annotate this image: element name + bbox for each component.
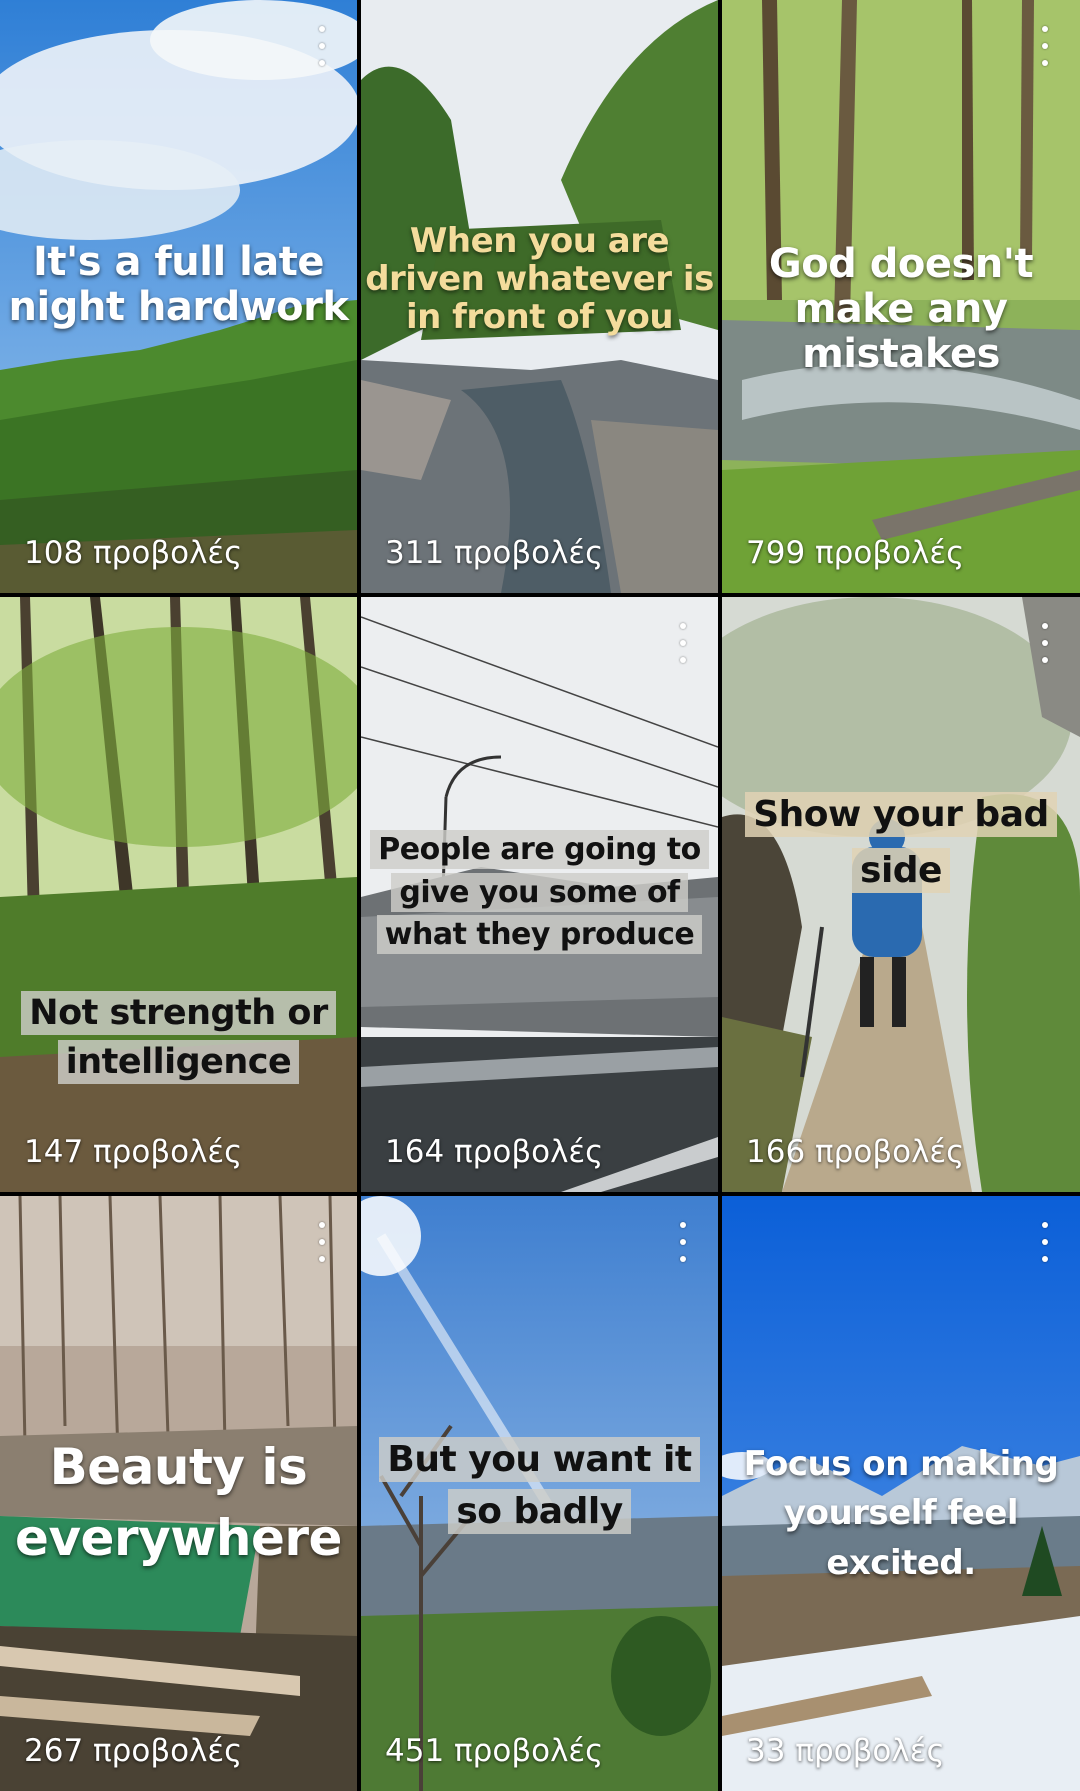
caption-text: People are going to give you some of wha… (370, 830, 709, 955)
video-tile[interactable]: Not strength or intelligence 147 προβολέ… (0, 597, 357, 1192)
video-tile[interactable]: Focus on making yourself feel excited. 3… (722, 1196, 1080, 1791)
video-tile[interactable]: Show your bad side 166 προβολές (722, 597, 1080, 1192)
video-thumbnail (0, 597, 357, 1192)
more-vert-icon[interactable] (1038, 623, 1052, 663)
shorts-grid: It's a full late night hardwork 108 προβ… (0, 0, 1080, 1791)
more-vert-icon[interactable] (676, 623, 690, 663)
more-vert-icon[interactable] (676, 1222, 690, 1262)
more-vert-icon[interactable] (315, 1222, 329, 1262)
video-caption: It's a full late night hardwork (8, 239, 349, 330)
more-vert-icon[interactable] (1038, 1222, 1052, 1262)
video-caption: Focus on making yourself feel excited. (743, 1444, 1059, 1583)
view-count: 451 προβολές (385, 1733, 604, 1769)
view-count: 33 προβολές (746, 1733, 945, 1769)
more-vert-icon[interactable] (1038, 26, 1052, 66)
video-caption: People are going to give you some of wha… (361, 829, 718, 957)
video-caption: Not strength or intelligence (0, 989, 357, 1087)
video-caption: When you are driven whatever is in front… (365, 221, 714, 338)
view-count: 799 προβολές (746, 535, 965, 571)
video-tile[interactable]: When you are driven whatever is in front… (361, 0, 718, 593)
video-caption: Show your bad side (722, 787, 1080, 899)
view-count: 267 προβολές (24, 1733, 243, 1769)
view-count: 311 προβολές (385, 535, 604, 571)
video-tile[interactable]: But you want it so badly 451 προβολές (361, 1196, 718, 1791)
video-caption: God doesn't make any mistakes (768, 241, 1034, 377)
view-count: 147 προβολές (24, 1134, 243, 1170)
view-count: 108 προβολές (24, 535, 243, 571)
video-tile[interactable]: It's a full late night hardwork 108 προβ… (0, 0, 357, 593)
view-count: 164 προβολές (385, 1134, 604, 1170)
caption-text: But you want it so badly (379, 1437, 700, 1535)
view-count: 166 προβολές (746, 1134, 965, 1170)
caption-text: Show your bad side (745, 792, 1057, 893)
video-caption: But you want it so badly (361, 1434, 718, 1538)
more-vert-icon[interactable] (315, 26, 329, 66)
video-caption: Beauty is everywhere (15, 1438, 342, 1567)
video-tile[interactable]: People are going to give you some of wha… (361, 597, 718, 1192)
video-tile[interactable]: God doesn't make any mistakes 799 προβολ… (722, 0, 1080, 593)
video-tile[interactable]: Beauty is everywhere 267 προβολές (0, 1196, 357, 1791)
caption-text: Not strength or intelligence (21, 991, 336, 1084)
